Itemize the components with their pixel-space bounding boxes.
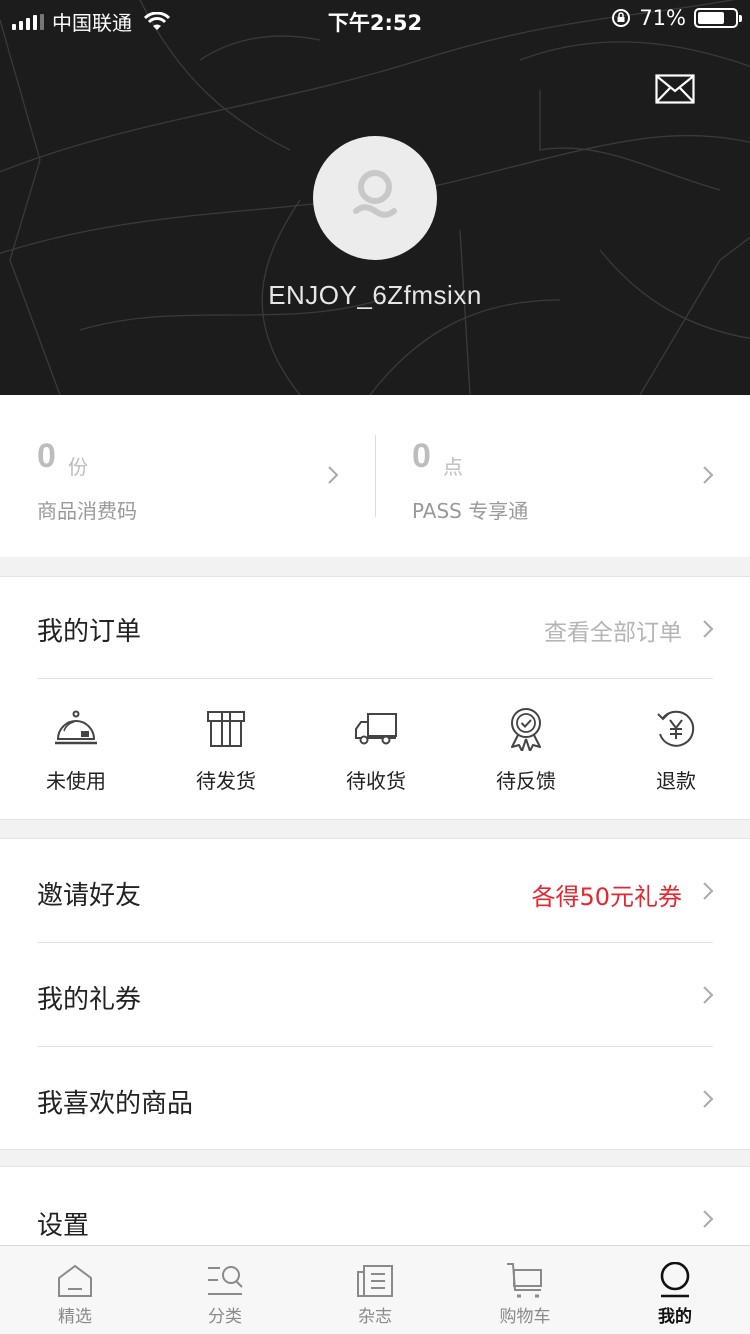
stats-panel: 0 份 商品消费码 0 点 PASS 专享通 (0, 395, 750, 557)
orders-title: 我的订单 (37, 617, 142, 647)
stat-value: 0 (412, 437, 431, 475)
tab-featured[interactable]: 精选 (0, 1246, 150, 1334)
tab-label: 购物车 (499, 1307, 551, 1327)
orders-section: 我的订单 查看全部订单 未使用 待发货 待收货 待反馈 退款 (0, 576, 750, 820)
stat-label: PASS 专享通 (412, 499, 529, 523)
stat-unit: 份 (68, 455, 88, 479)
status-bar: 中国联通 下午2:52 71% (0, 0, 750, 40)
chevron-right-icon (703, 1210, 714, 1228)
battery-percent: 71% (639, 6, 686, 30)
stat-value: 0 (37, 437, 56, 475)
chevron-right-icon (703, 882, 714, 900)
mail-icon[interactable] (655, 74, 695, 104)
tab-label: 精选 (58, 1307, 92, 1327)
refund-yen-icon (657, 710, 695, 747)
chevron-right-icon (703, 1090, 714, 1108)
order-label: 待反馈 (496, 769, 556, 793)
order-unused[interactable]: 未使用 (21, 707, 131, 794)
divider (37, 678, 713, 679)
chevron-right-icon (328, 466, 339, 484)
tab-bar: 精选 分类 杂志 购物车 我的 (0, 1245, 750, 1334)
tab-profile[interactable]: 我的 (600, 1246, 750, 1334)
order-refund[interactable]: 退款 (621, 707, 731, 794)
badge-icon (511, 708, 541, 751)
view-all-orders-link[interactable]: 查看全部订单 (544, 613, 682, 647)
tab-cart[interactable]: 购物车 (450, 1246, 600, 1334)
stat-label: 商品消费码 (37, 499, 137, 523)
tab-label: 杂志 (358, 1307, 392, 1327)
truck-icon (355, 713, 397, 745)
stat-unit: 点 (443, 455, 463, 479)
tab-label: 我的 (658, 1307, 692, 1327)
battery-icon (694, 8, 742, 28)
order-pending-receive[interactable]: 待收货 (321, 707, 431, 794)
magazine-icon (357, 1265, 393, 1297)
order-label: 待收货 (346, 769, 406, 793)
row-label: 我喜欢的商品 (37, 1089, 194, 1119)
pass-stat[interactable]: 0 点 PASS 专享通 (375, 395, 750, 557)
username[interactable]: ENJOY_6Zfmsixn (0, 280, 750, 311)
row-label: 邀请好友 (37, 881, 142, 911)
order-label: 未使用 (46, 769, 106, 793)
row-label: 设置 (37, 1211, 90, 1241)
tab-magazine[interactable]: 杂志 (300, 1246, 450, 1334)
profile-header: 中国联通 下午2:52 71% ENJOY_6Zfmsixn (0, 0, 750, 395)
order-pending-ship[interactable]: 待发货 (171, 707, 281, 794)
cloche-icon (55, 710, 97, 745)
chevron-right-icon[interactable] (702, 619, 714, 639)
rotation-lock-icon (612, 9, 631, 27)
tab-category[interactable]: 分类 (150, 1246, 300, 1334)
invite-reward-text: 各得50元礼券 (531, 883, 682, 911)
order-label: 退款 (656, 769, 696, 793)
chevron-right-icon (703, 466, 714, 484)
home-icon (58, 1264, 92, 1297)
chevron-right-icon (703, 986, 714, 1004)
row-label: 我的礼券 (37, 985, 142, 1015)
my-coupons-row[interactable]: 我的礼券 (0, 943, 750, 1047)
category-search-icon (208, 1266, 243, 1295)
avatar[interactable] (313, 136, 437, 260)
consumption-code-stat[interactable]: 0 份 商品消费码 (0, 395, 375, 557)
invite-friends-row[interactable]: 邀请好友 各得50元礼券 (0, 839, 750, 943)
settings-row[interactable]: 设置 (0, 1166, 750, 1256)
user-avatar-icon (353, 170, 397, 218)
tab-label: 分类 (208, 1307, 242, 1327)
gift-box-icon (207, 711, 245, 747)
cart-icon (507, 1263, 542, 1298)
order-label: 待发货 (196, 769, 256, 793)
liked-products-row[interactable]: 我喜欢的商品 (0, 1047, 750, 1151)
profile-icon (660, 1262, 690, 1298)
order-pending-feedback[interactable]: 待反馈 (471, 707, 581, 794)
menu-list: 邀请好友 各得50元礼券 我的礼券 我喜欢的商品 (0, 838, 750, 1150)
